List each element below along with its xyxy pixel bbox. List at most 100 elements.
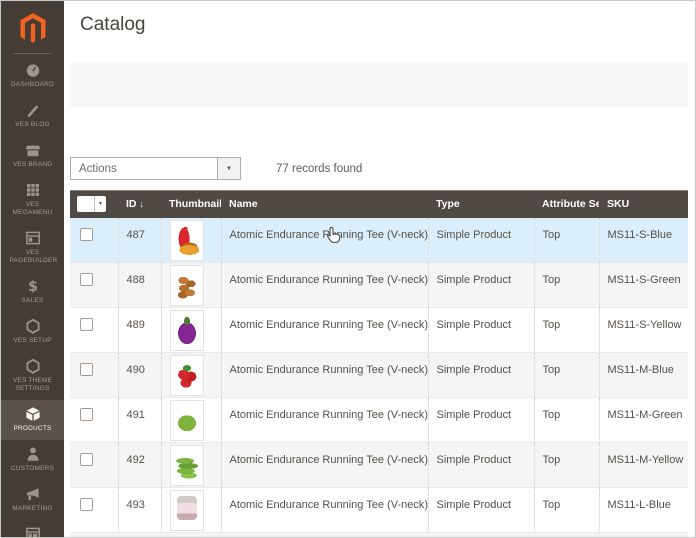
row-checkbox[interactable]: [80, 318, 93, 331]
table-row[interactable]: 490 Atomic Endurance Running Tee (V-neck…: [70, 352, 688, 398]
cell-name[interactable]: Atomic Endurance Running Tee (V-neck)-M-…: [220, 442, 428, 488]
sidebar-item-marketing[interactable]: MARKETING: [1, 480, 64, 520]
sidebar-item-label: SALES: [21, 297, 44, 304]
product-image: [174, 452, 199, 480]
table-row[interactable]: 493 Atomic Endurance Running Tee (V-neck…: [70, 487, 688, 533]
cell-sku: MS11-L-Blue: [598, 487, 688, 533]
cell-attribute-set: Top: [533, 352, 599, 398]
product-thumbnail[interactable]: [169, 265, 204, 306]
column-header-name[interactable]: Name: [221, 190, 428, 218]
cell-sku: MS11-S-Blue: [598, 217, 688, 263]
cell-sku: MS11-M-Green: [598, 397, 688, 443]
product-thumbnail[interactable]: [169, 400, 204, 441]
sidebar-item-ves-blog[interactable]: VES BLOG: [1, 96, 64, 136]
column-header-sku[interactable]: SKU: [599, 190, 688, 218]
dashboard-icon: [25, 62, 41, 78]
cell-type: Simple Product: [427, 262, 534, 308]
cell-id: 487: [117, 217, 161, 263]
table-row[interactable]: 488 Atomic Endurance Running Tee (V-neck…: [70, 262, 688, 308]
row-checkbox[interactable]: [80, 408, 93, 421]
cell-sku: MS11-M-Yellow: [598, 442, 688, 488]
actions-dropdown-value: Actions: [79, 162, 117, 175]
sidebar-item-label: VES MEGAMENU: [12, 201, 53, 216]
cell-name[interactable]: Atomic Endurance Running Tee (V-neck)-L-…: [220, 487, 428, 533]
customers-icon: [25, 446, 41, 462]
cell-id: 488: [117, 262, 161, 308]
cell-attribute-set: Top: [533, 307, 599, 353]
sidebar-item-content[interactable]: CONTENT: [1, 520, 64, 537]
row-checkbox[interactable]: [80, 227, 93, 241]
sort-desc-icon: ↓: [139, 199, 145, 210]
column-header-thumbnail[interactable]: Thumbnail: [161, 190, 221, 218]
sidebar-item-products[interactable]: PRODUCTS: [1, 400, 64, 440]
main-content: Catalog Actions ▼ 77 records found ▼ ID …: [64, 1, 695, 537]
chevron-down-icon[interactable]: ▼: [217, 158, 240, 179]
cell-type: Simple Product: [427, 397, 534, 443]
row-checkbox[interactable]: [80, 498, 93, 511]
cell-name[interactable]: Atomic Endurance Running Tee (V-neck)-S-…: [220, 217, 428, 263]
row-checkbox[interactable]: [80, 273, 93, 286]
sidebar: DASHBOARD VES BLOG VES BRAND VES MEGAMENU VE…: [1, 1, 64, 537]
row-checkbox[interactable]: [80, 363, 93, 376]
cell-name[interactable]: Atomic Endurance Running Tee (V-neck)-S-…: [220, 307, 428, 353]
select-all-dropdown[interactable]: ▼: [77, 196, 106, 213]
cell-attribute-set: Top: [533, 217, 599, 263]
sidebar-item-dashboard[interactable]: DASHBOARD: [1, 56, 64, 96]
sidebar-item-label: MARKETING: [12, 505, 53, 512]
megamenu-icon: [25, 182, 41, 198]
sidebar-item-ves-theme-settings[interactable]: VES THEME SETTINGS: [1, 352, 64, 400]
cell-id: 492: [117, 442, 161, 488]
cell-name[interactable]: Atomic Endurance Running Tee (V-neck)-M-…: [220, 397, 428, 443]
sales-icon: $: [25, 278, 41, 294]
product-image: [174, 226, 199, 255]
sidebar-item-label: VES BRAND: [12, 161, 53, 168]
product-thumbnail[interactable]: [169, 219, 204, 261]
product-grid: ▼ ID ↓ Thumbnail Name Type Attribute Set …: [70, 190, 688, 537]
cell-attribute-set: Top: [533, 442, 599, 488]
sidebar-item-sales[interactable]: $ SALES: [1, 272, 64, 312]
cell-sku: MS11-S-Green: [598, 262, 688, 308]
sidebar-item-ves-megamenu[interactable]: VES MEGAMENU: [1, 176, 64, 224]
product-thumbnail[interactable]: [169, 355, 204, 396]
records-count: 77 records found: [276, 162, 363, 175]
table-row[interactable]: 489 Atomic Endurance Running Tee (V-neck…: [70, 307, 688, 353]
cell-attribute-set: Top: [533, 262, 599, 308]
sidebar-nav: DASHBOARD VES BLOG VES BRAND VES MEGAMENU VE…: [1, 56, 64, 537]
product-thumbnail[interactable]: [169, 445, 204, 486]
product-image: [174, 407, 199, 435]
table-row[interactable]: 491 Atomic Endurance Running Tee (V-neck…: [70, 397, 688, 443]
sidebar-item-label: PRODUCTS: [13, 425, 52, 432]
table-row[interactable]: 492 Atomic Endurance Running Tee (V-neck…: [70, 442, 688, 488]
product-image: [174, 362, 199, 390]
content-icon: [25, 526, 41, 537]
sidebar-item-label: VES PAGEBUILDER: [9, 249, 58, 264]
filter-panel: [70, 62, 688, 107]
theme-settings-icon: [25, 358, 41, 374]
magento-logo-icon[interactable]: [1, 1, 64, 47]
products-icon: [25, 406, 41, 422]
column-header-type[interactable]: Type: [428, 190, 534, 218]
next-row-partial: [70, 533, 688, 537]
sidebar-item-ves-setup[interactable]: VES SETUP: [1, 312, 64, 352]
row-checkbox[interactable]: [80, 453, 93, 466]
cell-id: 491: [117, 397, 161, 443]
product-image: [174, 272, 199, 300]
column-header-id[interactable]: ID ↓: [118, 190, 161, 218]
setup-icon: [25, 318, 41, 334]
product-thumbnail[interactable]: [169, 310, 204, 351]
sidebar-item-ves-pagebuilder[interactable]: VES PAGEBUILDER: [1, 224, 64, 272]
cell-type: Simple Product: [427, 442, 534, 488]
product-thumbnail[interactable]: [169, 490, 204, 531]
sidebar-item-customers[interactable]: CUSTOMERS: [1, 440, 64, 480]
select-all-checkbox[interactable]: [77, 196, 94, 212]
brand-icon: [25, 142, 41, 158]
table-row[interactable]: 487 Atomic Endurance Running Tee (V-neck…: [70, 217, 688, 263]
svg-text:$: $: [28, 279, 38, 294]
sidebar-item-label: VES BLOG: [15, 121, 50, 128]
actions-dropdown[interactable]: Actions ▼: [70, 157, 241, 180]
column-header-attribute-set[interactable]: Attribute Set: [534, 190, 599, 218]
chevron-down-icon[interactable]: ▼: [94, 196, 106, 213]
sidebar-item-ves-brand[interactable]: VES BRAND: [1, 136, 64, 176]
cell-name[interactable]: Atomic Endurance Running Tee (V-neck)-M-…: [220, 352, 428, 398]
cell-name[interactable]: Atomic Endurance Running Tee (V-neck)-S-…: [220, 262, 428, 308]
